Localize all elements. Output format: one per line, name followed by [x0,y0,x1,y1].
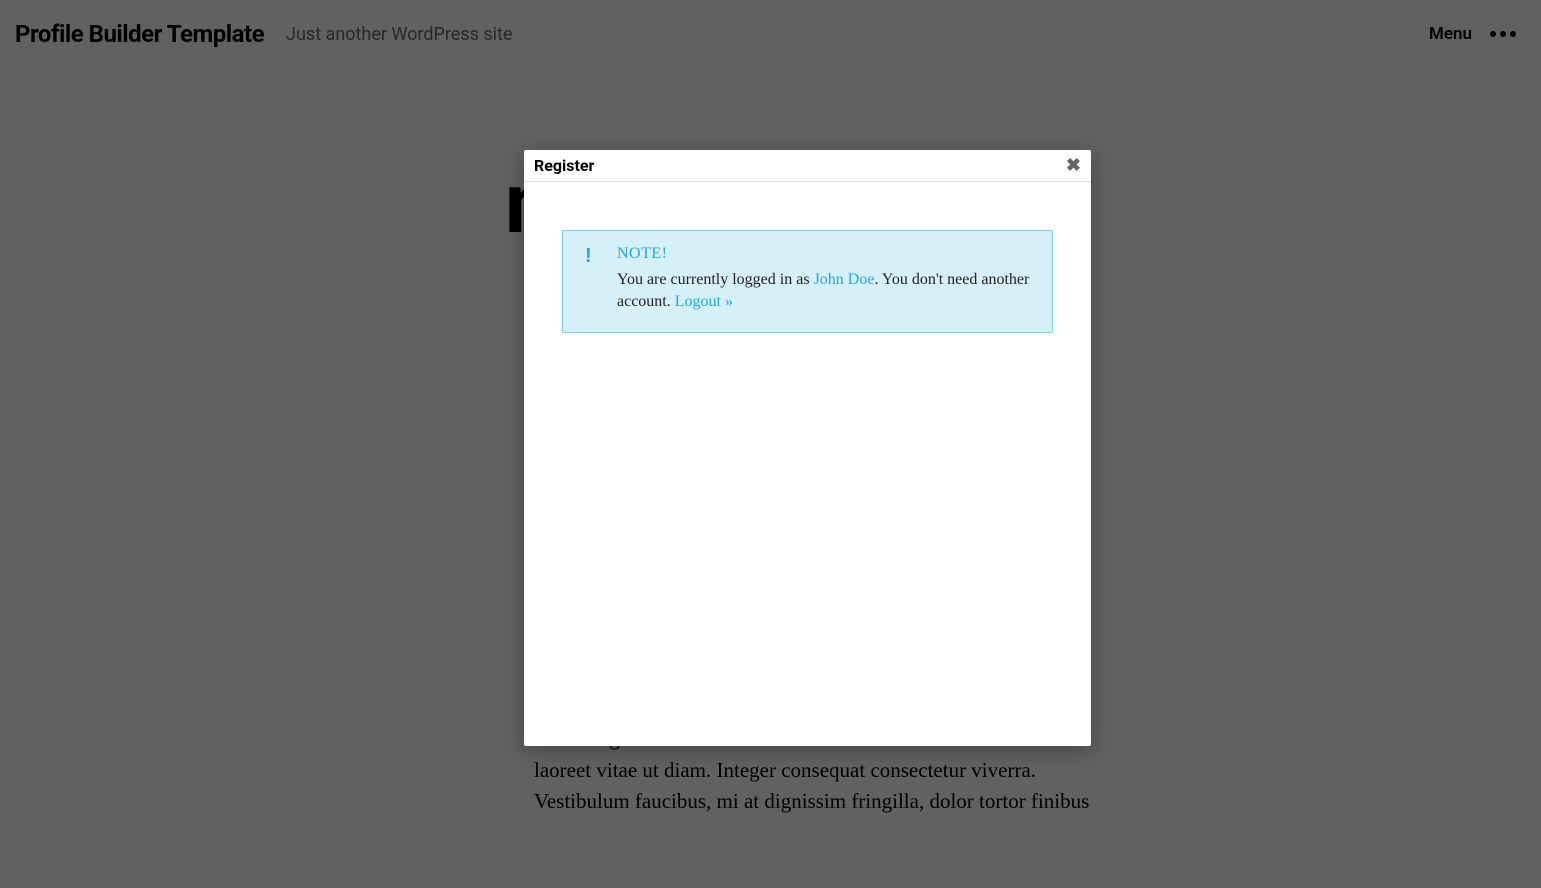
close-icon[interactable]: ✖ [1066,157,1081,175]
note-text: You are currently logged in as John Doe.… [617,269,1032,314]
register-modal: Register ✖ ! NOTE! You are currently log… [524,150,1091,746]
modal-header: Register ✖ [524,150,1091,182]
user-link[interactable]: John Doe [814,271,875,288]
modal-body: ! NOTE! You are currently logged in as J… [524,182,1091,381]
note-user-suffix: . [874,271,881,288]
exclamation-icon: ! [585,245,592,268]
note-text-before: You are currently logged in as [617,271,814,288]
modal-title: Register [534,156,594,175]
logout-link[interactable]: Logout » [675,293,733,310]
note-box: ! NOTE! You are currently logged in as J… [562,230,1053,333]
note-heading: NOTE! [617,245,1032,263]
